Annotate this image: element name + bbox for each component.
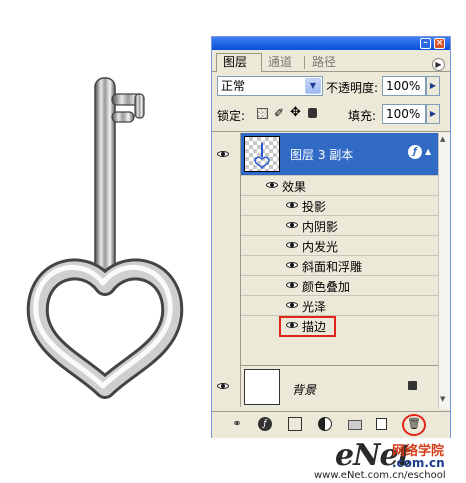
- layer-thumbnail: [244, 136, 280, 172]
- new-group-icon[interactable]: [348, 420, 362, 430]
- eye-icon[interactable]: [266, 181, 278, 189]
- effect-item-stroke[interactable]: 描边: [240, 315, 438, 335]
- watermark-domain: .com.cn: [392, 456, 445, 470]
- layers-panel: – × 图层 通道 路径 ▶ 正常 ▼ 不透明度: 100% ▶ 锁定: ✐ ✥…: [211, 36, 451, 438]
- visibility-toggle[interactable]: [216, 147, 230, 161]
- lock-move-icon[interactable]: ✥: [290, 105, 301, 120]
- layer-thumbnail: [244, 369, 280, 405]
- fx-icon[interactable]: ƒ: [408, 145, 422, 159]
- lock-brush-icon[interactable]: ✐: [274, 106, 284, 120]
- eye-icon[interactable]: [286, 261, 298, 269]
- add-mask-icon[interactable]: [288, 417, 302, 431]
- layers-list: 图层 3 副本 ƒ ▲ 效果 投影 内阴影 内发光 斜面和浮雕 颜色叠加 光泽 …: [212, 133, 438, 409]
- effect-label: 内阴影: [302, 220, 339, 234]
- opacity-label: 不透明度:: [326, 81, 379, 95]
- panel-tabs: 图层 通道 路径: [212, 51, 450, 72]
- stroke-highlight-box: [279, 316, 336, 337]
- watermark-url: www.eNet.com.cn/eschool: [314, 470, 446, 481]
- layer-name: 图层 3 副本: [290, 148, 354, 162]
- panel-titlebar[interactable]: – ×: [212, 37, 450, 50]
- effect-item[interactable]: 投影: [240, 195, 438, 215]
- lock-all-icon[interactable]: [308, 108, 317, 118]
- effect-item[interactable]: 内阴影: [240, 215, 438, 235]
- close-icon[interactable]: ×: [434, 38, 445, 49]
- opacity-value: 100%: [386, 79, 421, 93]
- eye-icon[interactable]: [286, 221, 298, 229]
- fill-input[interactable]: 100%: [382, 104, 426, 124]
- eye-icon[interactable]: [286, 281, 298, 289]
- link-icon[interactable]: ⚭: [230, 417, 244, 431]
- effect-label: 颜色叠加: [302, 280, 351, 294]
- divider: [212, 131, 450, 132]
- tab-paths[interactable]: 路径: [306, 54, 348, 71]
- adjustment-layer-icon[interactable]: [318, 417, 332, 431]
- scroll-up-icon[interactable]: ▲: [440, 135, 445, 143]
- eye-icon[interactable]: [286, 301, 298, 309]
- highlight-circle: [402, 414, 426, 436]
- effect-label: 内发光: [302, 240, 339, 254]
- eye-icon[interactable]: [286, 241, 298, 249]
- mini-key-icon: [254, 143, 270, 170]
- effect-label: 投影: [302, 200, 327, 214]
- layer-name: 背景: [292, 383, 317, 397]
- effects-label: 效果: [282, 180, 307, 194]
- eye-icon: [217, 150, 229, 158]
- effect-label: 光泽: [302, 300, 327, 314]
- visibility-toggle[interactable]: [216, 379, 230, 393]
- effects-row[interactable]: 效果: [240, 175, 438, 195]
- fill-label: 填充:: [348, 109, 377, 123]
- effect-item[interactable]: 斜面和浮雕: [240, 255, 438, 275]
- blend-mode-value: 正常: [221, 79, 246, 93]
- opacity-slider-arrow-icon[interactable]: ▶: [426, 76, 440, 96]
- tab-channels[interactable]: 通道: [262, 54, 304, 71]
- panel-menu-arrow-icon[interactable]: ▶: [432, 58, 445, 71]
- effect-label: 斜面和浮雕: [302, 260, 363, 274]
- chrome-heart-key-image: [26, 77, 184, 399]
- lock-label: 锁定:: [217, 109, 246, 123]
- fill-value: 100%: [386, 107, 421, 121]
- tab-divider: [304, 56, 305, 69]
- tab-layers[interactable]: 图层: [216, 53, 262, 72]
- opacity-input[interactable]: 100%: [382, 76, 426, 96]
- new-layer-icon[interactable]: [376, 418, 387, 430]
- minimize-icon[interactable]: –: [420, 38, 431, 49]
- collapse-arrow-icon[interactable]: ▲: [425, 147, 431, 156]
- add-style-icon[interactable]: ƒ: [258, 417, 272, 431]
- fill-slider-arrow-icon[interactable]: ▶: [426, 104, 440, 124]
- scroll-down-icon[interactable]: ▼: [440, 395, 445, 403]
- lock-transparency-icon[interactable]: [257, 108, 268, 119]
- eye-icon[interactable]: [286, 201, 298, 209]
- chevron-down-icon[interactable]: ▼: [305, 78, 321, 94]
- effect-item[interactable]: 光泽: [240, 295, 438, 315]
- lock-icon: [408, 381, 417, 390]
- effect-item[interactable]: 颜色叠加: [240, 275, 438, 295]
- layers-toolbar: ⚭ ƒ 🗑: [212, 411, 450, 438]
- effect-item[interactable]: 内发光: [240, 235, 438, 255]
- scrollbar[interactable]: ▲ ▼: [438, 133, 450, 409]
- eye-icon: [217, 382, 229, 390]
